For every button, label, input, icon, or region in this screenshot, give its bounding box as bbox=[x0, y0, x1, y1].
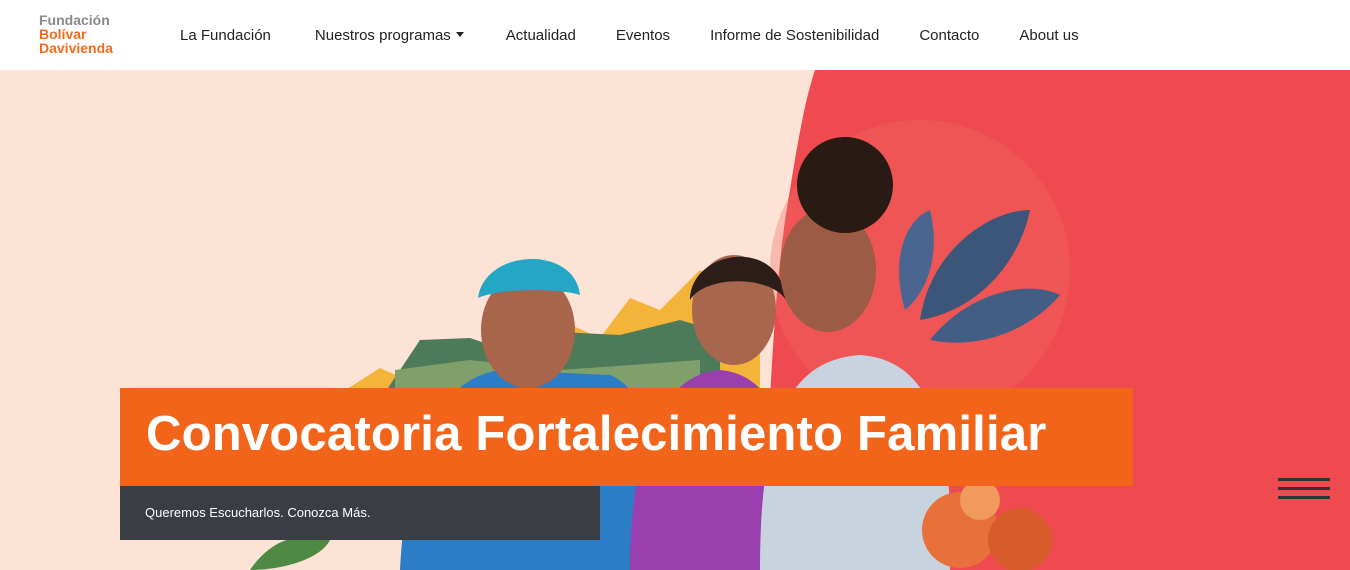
nav-label: Eventos bbox=[615, 26, 671, 44]
nav-label: Informe de Sostenibilidad bbox=[710, 26, 880, 44]
nav-label: La Fundación bbox=[180, 26, 271, 44]
nav-item-about-us[interactable]: About us bbox=[999, 27, 1098, 44]
hamburger-line bbox=[1278, 496, 1330, 499]
hamburger-line bbox=[1278, 478, 1330, 481]
logo-line-1: Fundación bbox=[39, 12, 110, 28]
hamburger-icon[interactable] bbox=[1278, 478, 1330, 502]
logo-line-2: Bolívar bbox=[39, 26, 87, 42]
nav-item-nuestros-programas[interactable]: Nuestros programas bbox=[291, 27, 484, 44]
green-plant bbox=[250, 536, 330, 570]
logo[interactable]: Fundación Bolívar Davivienda bbox=[39, 13, 113, 55]
nav-item-informe-sostenibilidad[interactable]: Informe de Sostenibilidad bbox=[690, 27, 899, 44]
fruit-3 bbox=[960, 480, 1000, 520]
hero-subtitle: Queremos Escucharlos. Conozca Más. bbox=[145, 505, 371, 520]
hero-title: Convocatoria Fortalecimiento Familiar bbox=[146, 407, 1047, 461]
nav-label: Actualidad bbox=[505, 26, 576, 44]
hero-subtitle-box[interactable]: Queremos Escucharlos. Conozca Más. bbox=[120, 486, 600, 540]
logo-line-3: Davivienda bbox=[39, 40, 113, 56]
nav-item-actualidad[interactable]: Actualidad bbox=[484, 27, 596, 44]
nav-item-eventos[interactable]: Eventos bbox=[596, 27, 690, 44]
nav-label: About us bbox=[1019, 26, 1079, 44]
nav-label: Contacto bbox=[919, 26, 980, 44]
hamburger-line bbox=[1278, 487, 1330, 490]
main-nav: La Fundación Nuestros programas Actualid… bbox=[160, 0, 1099, 70]
fruit-2 bbox=[988, 508, 1052, 570]
nav-item-contacto[interactable]: Contacto bbox=[899, 27, 999, 44]
nav-label: Nuestros programas bbox=[314, 26, 451, 44]
header: Fundación Bolívar Davivienda La Fundació… bbox=[0, 0, 1350, 70]
girl-hair bbox=[797, 137, 893, 233]
chevron-down-icon bbox=[455, 31, 464, 37]
nav-item-la-fundacion[interactable]: La Fundación bbox=[160, 27, 291, 44]
hero-title-box[interactable]: Convocatoria Fortalecimiento Familiar bbox=[120, 388, 1133, 486]
